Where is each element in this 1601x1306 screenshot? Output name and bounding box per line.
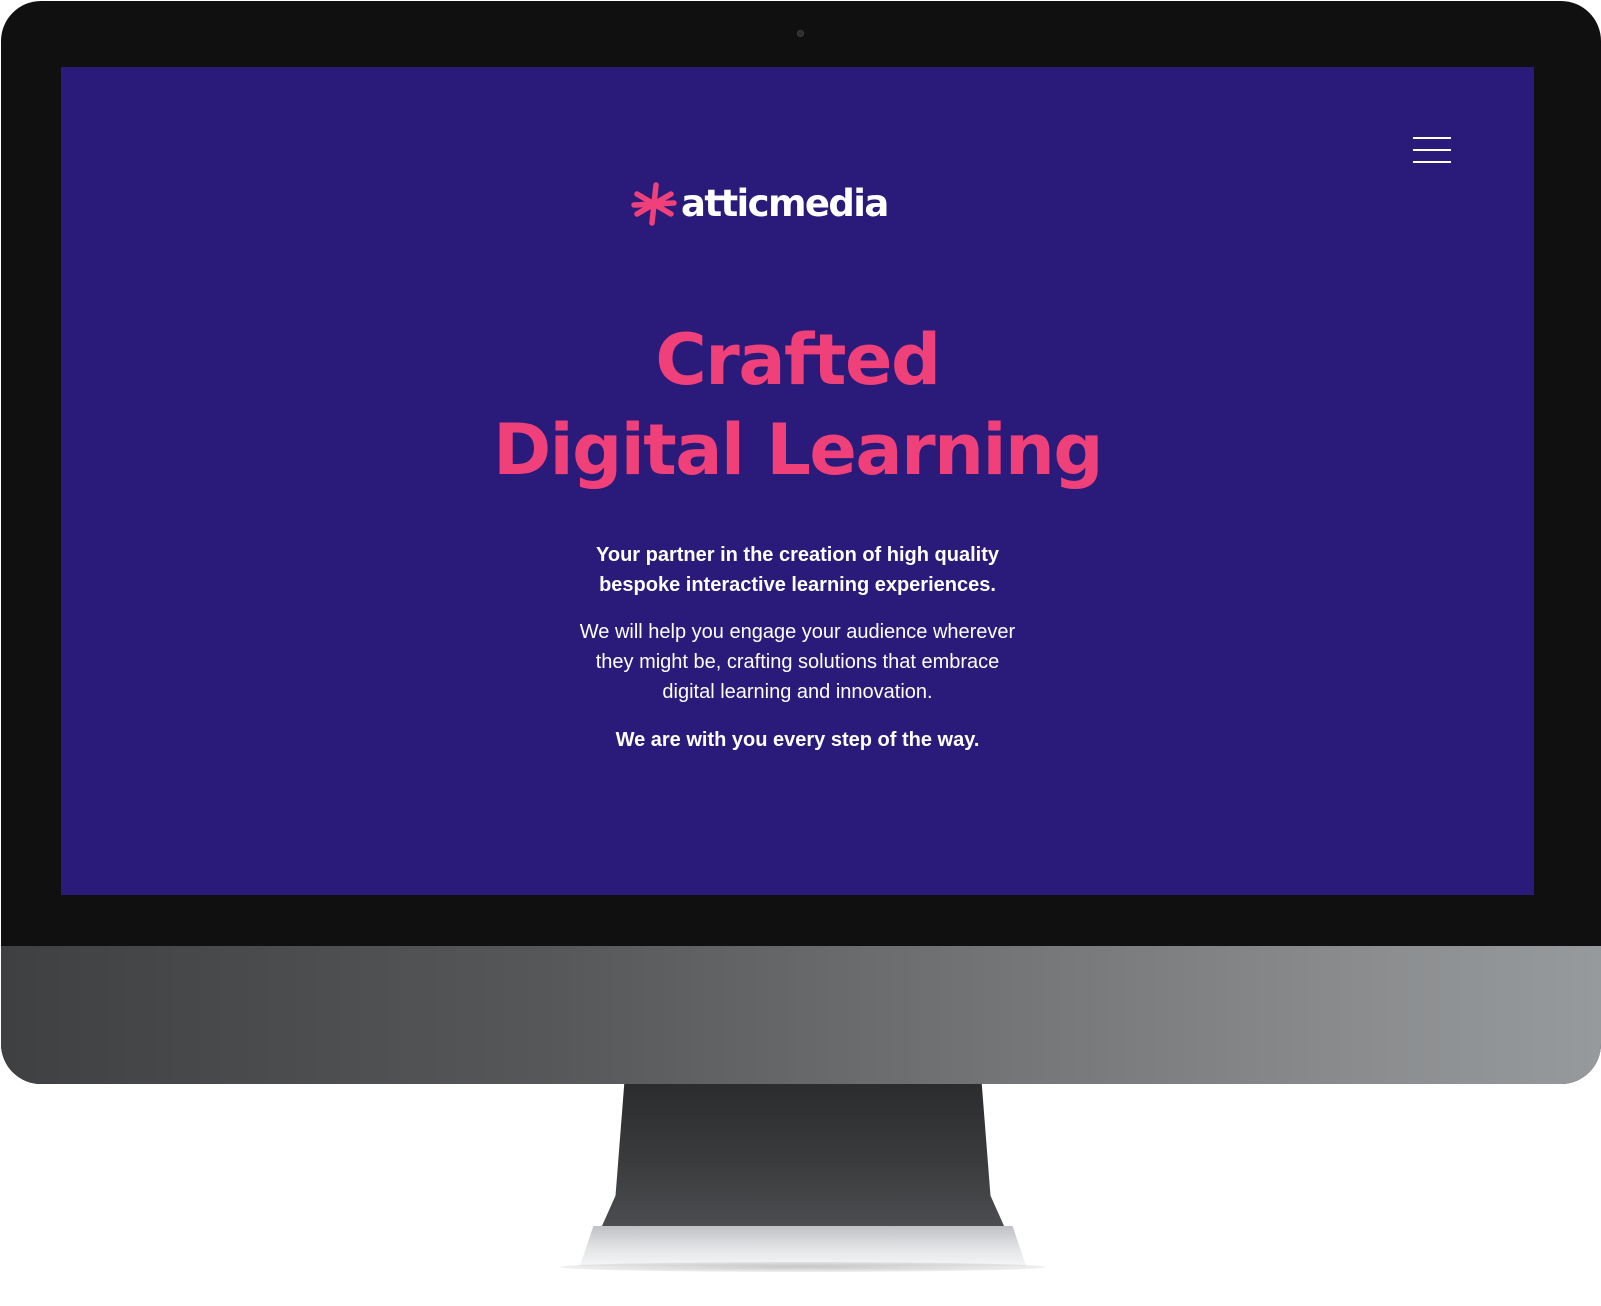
stand-shadow: [560, 1262, 1046, 1272]
hero-description: We will help you engage your audience wh…: [61, 617, 1534, 707]
tagline-line-2: bespoke interactive learning experiences…: [599, 574, 996, 596]
hero-title: Crafted Digital Learning: [61, 315, 1534, 495]
monitor-chin: [1, 946, 1601, 1084]
hero-closing-statement: We are with you every step of the way.: [615, 729, 980, 751]
monitor-stand-base: [580, 1226, 1026, 1266]
description-line-2: they might be, crafting solutions that e…: [595, 651, 1000, 673]
asterisk-burst-icon: [631, 182, 677, 226]
monitor-bezel: atticmedia Crafted Digital Learning Your…: [1, 1, 1601, 1084]
hamburger-menu-icon[interactable]: [1413, 137, 1451, 165]
hero-title-line-1: Crafted: [655, 319, 941, 401]
website-screen: atticmedia Crafted Digital Learning Your…: [61, 67, 1534, 895]
tagline-line-1: Your partner in the creation of high qua…: [596, 544, 999, 566]
hero-tagline: Your partner in the creation of high qua…: [61, 540, 1534, 600]
brand-name: atticmedia: [681, 182, 889, 225]
camera-dot: [797, 30, 804, 37]
site-logo[interactable]: atticmedia: [629, 179, 889, 229]
description-line-1: We will help you engage your audience wh…: [579, 621, 1016, 643]
hero-title-line-2: Digital Learning: [493, 409, 1103, 491]
monitor-mockup: atticmedia Crafted Digital Learning Your…: [0, 0, 1601, 1306]
description-line-3: digital learning and innovation.: [662, 681, 933, 703]
